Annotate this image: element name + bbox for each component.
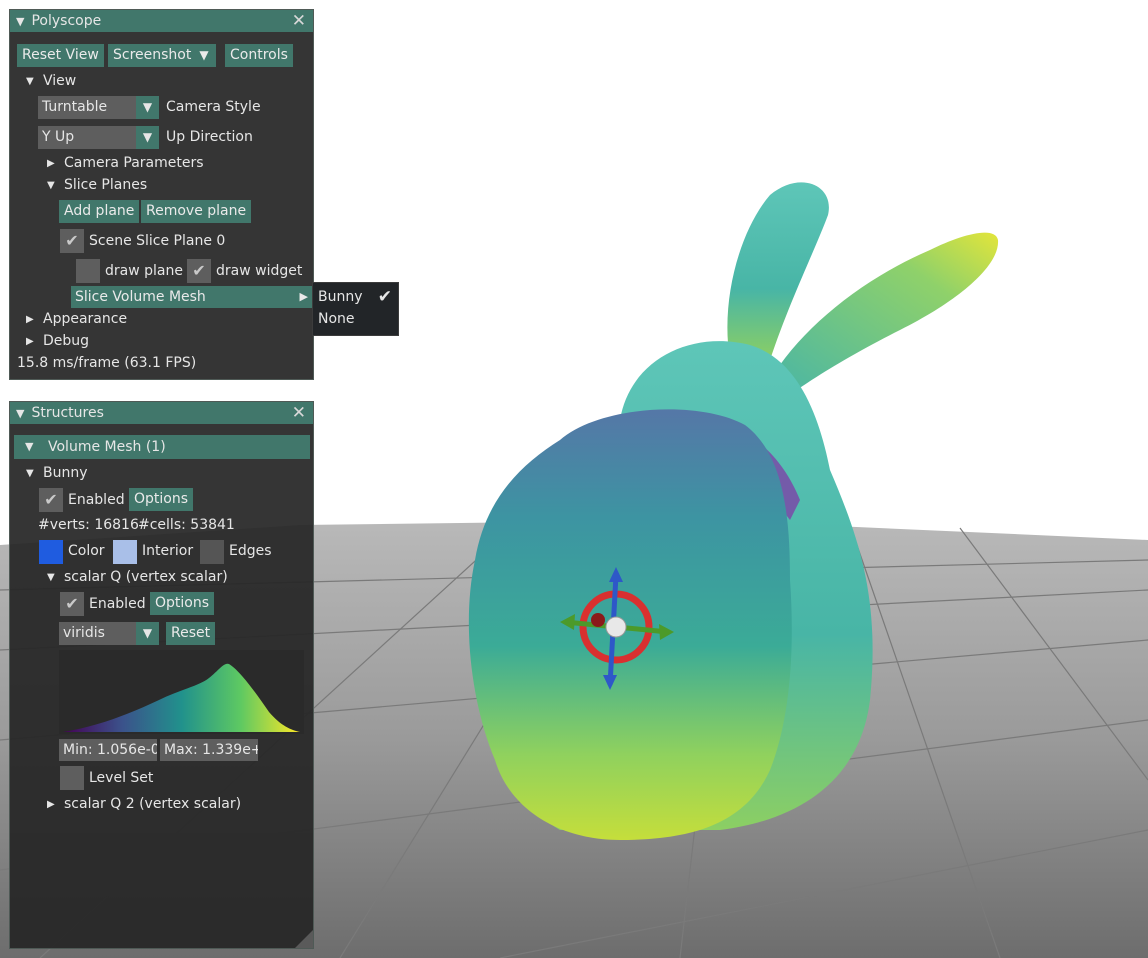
- triangle-down-icon[interactable]: ▼: [47, 572, 55, 583]
- screenshot-button[interactable]: Screenshot: [108, 44, 197, 67]
- reset-colormap-button[interactable]: Reset: [166, 622, 216, 645]
- volume-mesh-group-label: Volume Mesh (1): [48, 439, 166, 455]
- slice-volume-mesh-popup: Bunny ✔ None: [312, 282, 399, 336]
- min-value-field[interactable]: Min: 1.056e-0: [59, 739, 157, 761]
- chevron-down-icon[interactable]: ▼: [136, 96, 159, 119]
- checkmark-icon: ✔: [377, 287, 392, 307]
- polyscope-title: Polyscope: [31, 13, 102, 29]
- volume-mesh-group-header[interactable]: ▼ Volume Mesh (1): [14, 435, 310, 459]
- interior-swatch[interactable]: [113, 540, 137, 564]
- view-header[interactable]: View: [43, 73, 76, 89]
- triangle-right-icon[interactable]: ▶: [47, 158, 55, 169]
- menu-item-none[interactable]: None: [318, 311, 355, 327]
- bunny-enabled-label: Enabled: [68, 492, 125, 508]
- triangle-right-icon[interactable]: ▶: [26, 336, 34, 347]
- fps-readout: 15.8 ms/frame (63.1 FPS): [17, 355, 197, 371]
- level-set-label: Level Set: [89, 770, 154, 786]
- close-icon[interactable]: ✕: [292, 403, 306, 423]
- debug-header[interactable]: Debug: [43, 333, 89, 349]
- triangle-right-icon: ▶: [299, 290, 308, 303]
- chevron-down-icon[interactable]: ▼: [136, 126, 159, 149]
- verts-count: #verts: 16816: [38, 517, 139, 533]
- reset-view-button[interactable]: Reset View: [17, 44, 104, 67]
- scene-slice-plane-checkbox[interactable]: ✔: [60, 229, 84, 253]
- menu-item-bunny[interactable]: Bunny ✔: [318, 287, 396, 307]
- draw-plane-label: draw plane: [105, 263, 183, 279]
- triangle-down-icon[interactable]: ▼: [16, 15, 24, 28]
- max-value-field[interactable]: Max: 1.339e+0: [160, 739, 258, 761]
- controls-button[interactable]: Controls: [225, 44, 293, 67]
- camera-parameters-header[interactable]: Camera Parameters: [64, 155, 204, 171]
- menu-item-label: Bunny: [318, 289, 363, 305]
- interior-label: Interior: [142, 543, 194, 559]
- scalar-enabled-label: Enabled: [89, 596, 146, 612]
- add-plane-button[interactable]: Add plane: [59, 200, 140, 223]
- scalar-enabled-checkbox[interactable]: ✔: [60, 592, 84, 616]
- scalar-histogram: [59, 650, 304, 734]
- draw-widget-checkbox[interactable]: ✔: [187, 259, 211, 283]
- up-direction-select[interactable]: Y Up ▼: [38, 126, 159, 149]
- resize-grip-icon[interactable]: [295, 930, 313, 948]
- remove-plane-button[interactable]: Remove plane: [141, 200, 252, 223]
- structures-title: Structures: [31, 405, 104, 421]
- structures-titlebar[interactable]: ▼ Structures ✕: [10, 402, 313, 424]
- screenshot-dropdown-icon[interactable]: ▼: [192, 44, 216, 67]
- triangle-right-icon[interactable]: ▶: [26, 314, 34, 325]
- camera-style-select[interactable]: Turntable ▼: [38, 96, 159, 119]
- triangle-down-icon[interactable]: ▼: [16, 407, 24, 420]
- slice-volume-mesh-label: Slice Volume Mesh: [75, 289, 206, 305]
- colormap-select[interactable]: viridis ▼: [59, 622, 159, 645]
- level-set-checkbox[interactable]: [60, 766, 84, 790]
- bunny-enabled-checkbox[interactable]: ✔: [39, 488, 63, 512]
- polyscope-panel: ▼ Polyscope ✕ Reset View Screenshot ▼ Co…: [9, 9, 314, 380]
- polyscope-titlebar[interactable]: ▼ Polyscope ✕: [10, 10, 313, 32]
- colormap-value: viridis: [63, 625, 105, 641]
- bunny-options-button[interactable]: Options: [129, 488, 194, 511]
- color-label: Color: [68, 543, 105, 559]
- color-swatch[interactable]: [39, 540, 63, 564]
- draw-plane-checkbox[interactable]: [76, 259, 100, 283]
- close-icon[interactable]: ✕: [292, 11, 306, 31]
- triangle-down-icon[interactable]: ▼: [26, 76, 34, 87]
- scalar-options-button[interactable]: Options: [150, 592, 215, 615]
- structures-panel: ▼ Structures ✕ ▼ Volume Mesh (1) ▼ Bunny…: [9, 401, 314, 949]
- up-direction-label: Up Direction: [166, 129, 253, 145]
- triangle-down-icon: ▼: [25, 440, 34, 453]
- camera-style-label: Camera Style: [166, 99, 261, 115]
- slice-volume-mesh-menu[interactable]: Slice Volume Mesh ▶: [71, 286, 314, 308]
- scene-slice-plane-label: Scene Slice Plane 0: [89, 233, 226, 249]
- triangle-down-icon[interactable]: ▼: [26, 468, 34, 479]
- triangle-right-icon[interactable]: ▶: [47, 799, 55, 810]
- edges-swatch[interactable]: [200, 540, 224, 564]
- draw-widget-label: draw widget: [216, 263, 303, 279]
- camera-style-value: Turntable: [42, 99, 108, 115]
- scalar-q-header[interactable]: scalar Q (vertex scalar): [64, 569, 228, 585]
- slice-planes-header[interactable]: Slice Planes: [64, 177, 147, 193]
- bunny-header[interactable]: Bunny: [43, 465, 88, 481]
- chevron-down-icon[interactable]: ▼: [136, 622, 159, 645]
- cells-count: #cells: 53841: [138, 517, 235, 533]
- appearance-header[interactable]: Appearance: [43, 311, 127, 327]
- triangle-down-icon[interactable]: ▼: [47, 180, 55, 191]
- up-direction-value: Y Up: [42, 129, 75, 145]
- scalar-q2-header[interactable]: scalar Q 2 (vertex scalar): [64, 796, 241, 812]
- menu-item-label: None: [318, 311, 355, 327]
- edges-label: Edges: [229, 543, 272, 559]
